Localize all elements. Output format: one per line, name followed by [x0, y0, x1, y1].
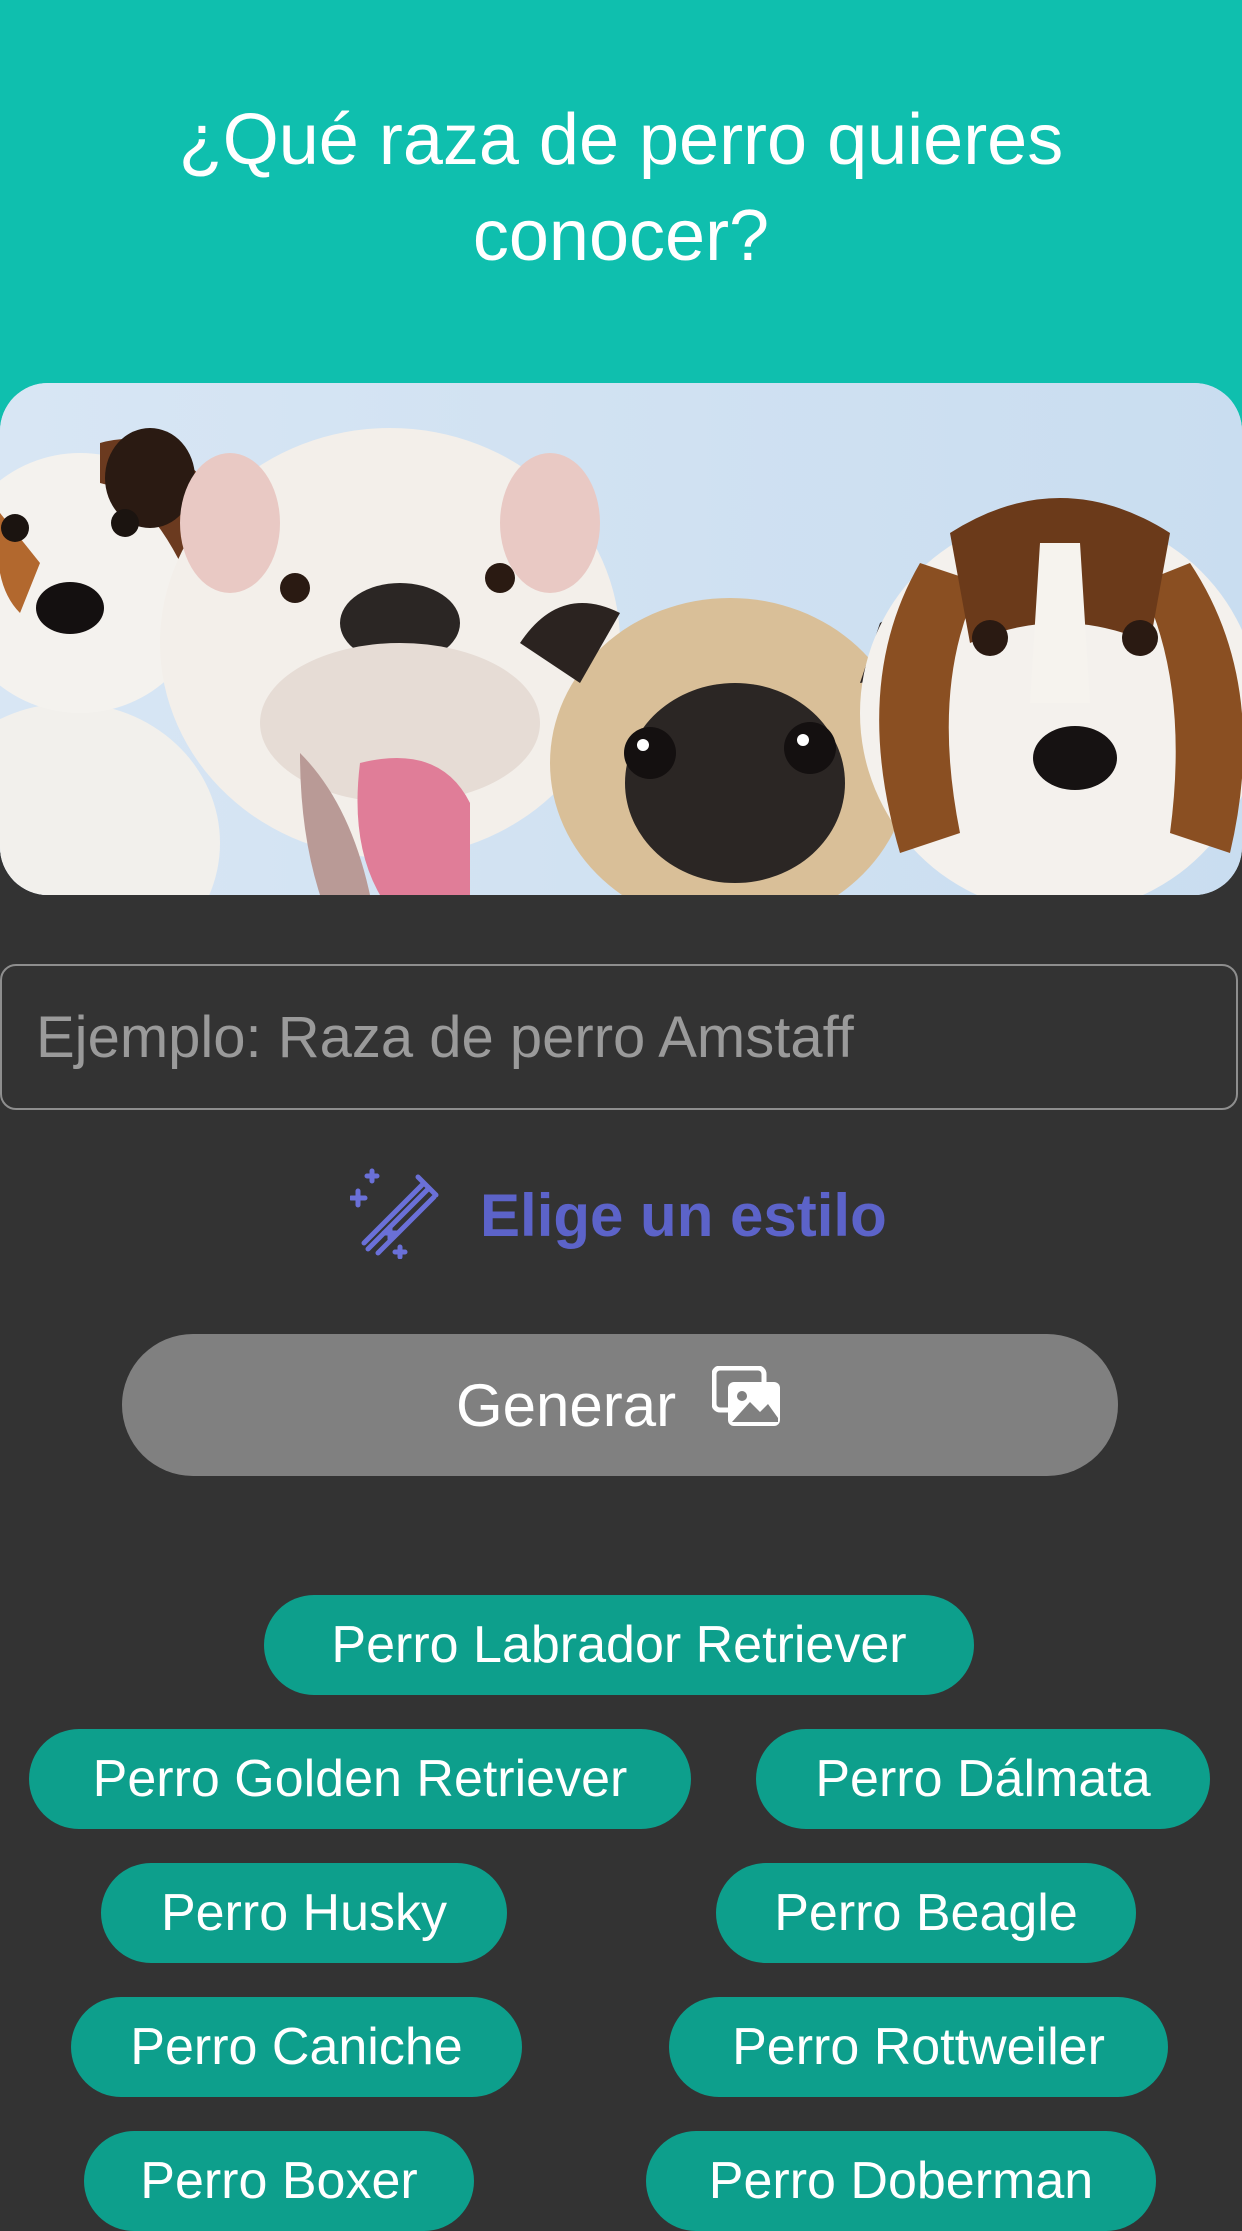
suggestion-chip-beagle[interactable]: Perro Beagle — [716, 1863, 1136, 1963]
suggestion-chip-dalmata[interactable]: Perro Dálmata — [756, 1729, 1210, 1829]
suggestion-chip-doberman[interactable]: Perro Doberman — [646, 2131, 1156, 2231]
suggestion-chip-rottweiler[interactable]: Perro Rottweiler — [669, 1997, 1168, 2097]
breed-search-input[interactable] — [0, 964, 1238, 1110]
choose-style-button[interactable]: Elige un estilo — [348, 1165, 887, 1265]
hero-image — [0, 383, 1242, 895]
images-icon — [711, 1365, 784, 1444]
choose-style-label: Elige un estilo — [480, 1181, 887, 1249]
page-title: ¿Qué raza de perro quieres conocer? — [178, 100, 1064, 276]
suggestion-chip-boxer[interactable]: Perro Boxer — [84, 2131, 474, 2231]
magic-wand-icon — [348, 1167, 442, 1264]
suggestion-chip-caniche[interactable]: Perro Caniche — [71, 1997, 522, 2097]
suggestion-chip-labrador[interactable]: Perro Labrador Retriever — [264, 1595, 974, 1695]
generate-label: Generar — [455, 1371, 677, 1439]
suggestion-chip-husky[interactable]: Perro Husky — [101, 1863, 507, 1963]
dog-breeds-photo — [0, 383, 1242, 895]
suggestion-chip-golden[interactable]: Perro Golden Retriever — [29, 1729, 691, 1829]
generate-button[interactable]: Generar — [122, 1334, 1118, 1476]
